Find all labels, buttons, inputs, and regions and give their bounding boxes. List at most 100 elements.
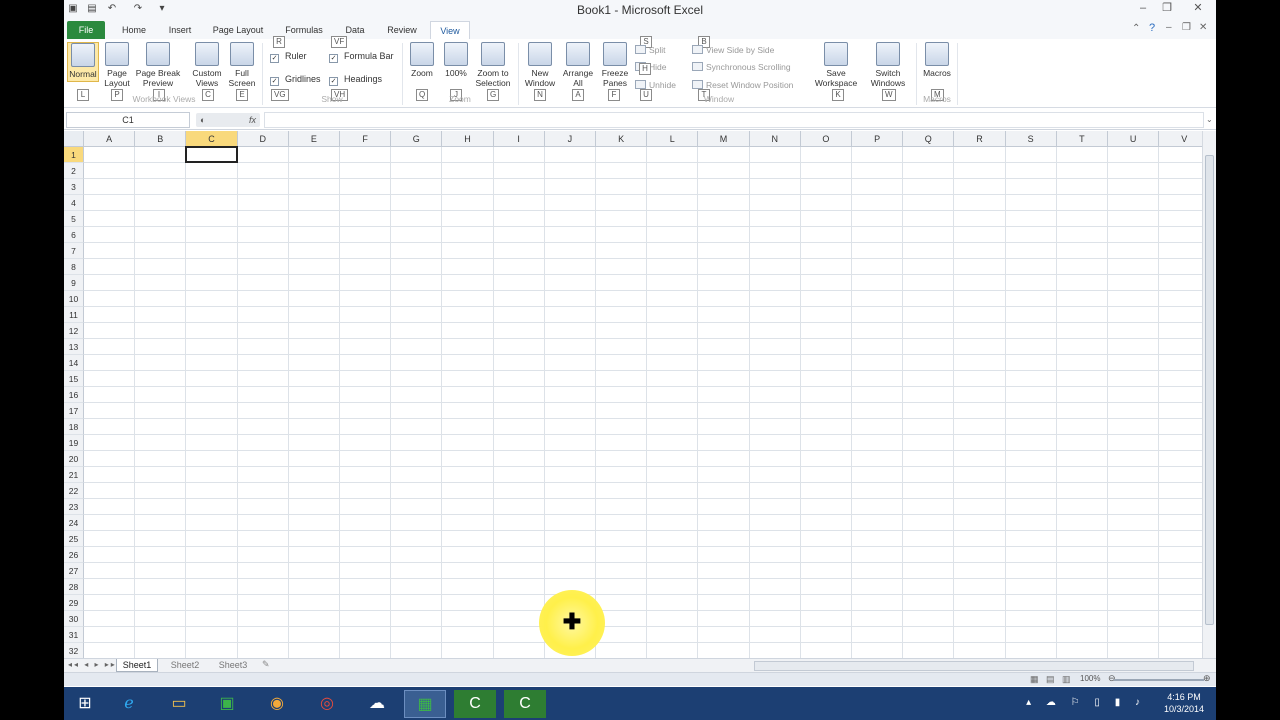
column-header-l[interactable]: L xyxy=(647,131,699,147)
page-layout-status-icon[interactable]: ▤ xyxy=(1046,674,1055,685)
column-header-u[interactable]: U xyxy=(1108,131,1160,147)
row-header-20[interactable]: 20 xyxy=(64,451,84,467)
camtasia-recorder-icon[interactable]: C xyxy=(504,690,546,718)
row-header-26[interactable]: 26 xyxy=(64,547,84,563)
sheet-tab-sheet2[interactable]: Sheet2 xyxy=(164,659,206,672)
insert-function-icon[interactable]: fx xyxy=(249,113,256,127)
row-header-23[interactable]: 23 xyxy=(64,499,84,515)
tab-page-layout[interactable]: Page Layout xyxy=(210,21,266,39)
row-header-18[interactable]: 18 xyxy=(64,419,84,435)
row-header-22[interactable]: 22 xyxy=(64,483,84,499)
column-header-k[interactable]: K xyxy=(596,131,648,147)
column-header-q[interactable]: Q xyxy=(903,131,955,147)
row-header-14[interactable]: 14 xyxy=(64,355,84,371)
row-header-12[interactable]: 12 xyxy=(64,323,84,339)
normal-view-status-icon[interactable]: ▦ xyxy=(1030,674,1039,685)
row-header-3[interactable]: 3 xyxy=(64,179,84,195)
column-header-d[interactable]: D xyxy=(237,131,289,147)
worksheet-grid[interactable]: ABCDEFGHIJKLMNOPQRSTUV 1 2 3 4 5 6 7 8 9 10 11 12 13… xyxy=(64,131,1216,659)
ie-icon[interactable]: ℯ xyxy=(108,690,150,718)
tab-file[interactable]: File xyxy=(67,21,105,39)
page-break-status-icon[interactable]: ▥ xyxy=(1062,674,1071,685)
split-button[interactable]: Split xyxy=(635,44,666,56)
column-header-o[interactable]: O xyxy=(800,131,852,147)
custom-views-button[interactable]: Custom Views xyxy=(190,42,224,88)
zoom-slider[interactable] xyxy=(1114,679,1204,681)
view-side-by-side-button[interactable]: View Side by Side xyxy=(692,44,774,56)
headings-checkbox[interactable]: ✓ Headings xyxy=(329,73,382,86)
row-header-16[interactable]: 16 xyxy=(64,387,84,403)
sheet-nav-arrows-icon[interactable]: ◂◂ ◂ ▸ ▸▸ xyxy=(68,660,117,669)
collapse-icon[interactable]: ◐ xyxy=(200,115,205,125)
vertical-scroll-thumb[interactable] xyxy=(1205,155,1214,625)
row-header-2[interactable]: 2 xyxy=(64,163,84,179)
explorer-icon[interactable]: ▭ xyxy=(158,690,200,718)
gridlines-checkbox[interactable]: ✓ Gridlines xyxy=(270,73,321,86)
row-header-5[interactable]: 5 xyxy=(64,211,84,227)
row-header-17[interactable]: 17 xyxy=(64,403,84,419)
zoom-to-selection-button[interactable]: Zoom to Selection xyxy=(474,42,512,88)
row-header-15[interactable]: 15 xyxy=(64,371,84,387)
row-header-9[interactable]: 9 xyxy=(64,275,84,291)
row-header-4[interactable]: 4 xyxy=(64,195,84,211)
row-header-10[interactable]: 10 xyxy=(64,291,84,307)
row-header-31[interactable]: 31 xyxy=(64,627,84,643)
column-header-r[interactable]: R xyxy=(954,131,1006,147)
arrange-all-button[interactable]: Arrange All xyxy=(561,42,595,88)
row-header-24[interactable]: 24 xyxy=(64,515,84,531)
page-break-preview-button[interactable]: Page Break Preview xyxy=(135,42,181,88)
row-header-32[interactable]: 32 xyxy=(64,643,84,659)
insert-sheet-icon[interactable]: ✎ xyxy=(262,659,270,670)
column-header-p[interactable]: P xyxy=(852,131,904,147)
new-window-button[interactable]: New Window xyxy=(522,42,558,88)
formula-bar-checkbox[interactable]: ✓ Formula Bar xyxy=(329,50,394,63)
column-header-t[interactable]: T xyxy=(1056,131,1108,147)
workbook-restore-icon[interactable]: ❐ xyxy=(1182,22,1191,33)
tab-formulas[interactable]: Formulas xyxy=(280,21,328,39)
row-header-6[interactable]: 6 xyxy=(64,227,84,243)
row-header-30[interactable]: 30 xyxy=(64,611,84,627)
excel-icon[interactable]: ▣ xyxy=(206,690,248,718)
outlook-icon[interactable]: ◉ xyxy=(256,690,298,718)
column-header-n[interactable]: N xyxy=(749,131,801,147)
zoom-level[interactable]: 100% xyxy=(1080,674,1100,683)
select-all-corner[interactable] xyxy=(64,131,84,147)
column-header-m[interactable]: M xyxy=(698,131,750,147)
column-header-j[interactable]: J xyxy=(544,131,596,147)
zoom-button[interactable]: Zoom xyxy=(408,42,436,78)
synchronous-scrolling-button[interactable]: Synchronous Scrolling xyxy=(692,61,791,73)
horizontal-scrollbar[interactable] xyxy=(754,661,1194,671)
start-icon[interactable]: ⊞ xyxy=(64,690,106,718)
column-header-b[interactable]: B xyxy=(135,131,187,147)
row-header-11[interactable]: 11 xyxy=(64,307,84,323)
row-header-27[interactable]: 27 xyxy=(64,563,84,579)
camtasia-icon[interactable]: C xyxy=(454,690,496,718)
ruler-checkbox[interactable]: ✓ Ruler xyxy=(270,50,307,63)
vertical-scrollbar[interactable] xyxy=(1202,131,1216,658)
zoom-in-icon[interactable]: ⊕ xyxy=(1203,673,1211,684)
column-header-i[interactable]: I xyxy=(493,131,545,147)
workbook-minimize-icon[interactable]: – xyxy=(1166,22,1172,33)
row-header-8[interactable]: 8 xyxy=(64,259,84,275)
column-header-s[interactable]: S xyxy=(1005,131,1057,147)
page-layout-view-button[interactable]: Page Layout xyxy=(102,42,132,88)
column-header-g[interactable]: G xyxy=(391,131,443,147)
workbook-close-icon[interactable]: ✕ xyxy=(1199,22,1207,33)
chrome-icon[interactable]: ◎ xyxy=(306,690,348,718)
column-header-f[interactable]: F xyxy=(340,131,392,147)
macros-button[interactable]: Macros xyxy=(920,42,954,78)
save-workspace-button[interactable]: Save Workspace xyxy=(814,42,858,88)
full-screen-button[interactable]: Full Screen xyxy=(228,42,256,88)
switch-windows-button[interactable]: Switch Windows xyxy=(864,42,912,88)
system-tray-icons[interactable]: ▴ ☁ ⚐ ▯ ▮ ♪ xyxy=(1026,697,1146,708)
row-header-7[interactable]: 7 xyxy=(64,243,84,259)
row-header-29[interactable]: 29 xyxy=(64,595,84,611)
row-header-19[interactable]: 19 xyxy=(64,435,84,451)
column-header-e[interactable]: E xyxy=(288,131,340,147)
sheet-tab-sheet3[interactable]: Sheet3 xyxy=(212,659,254,672)
row-header-28[interactable]: 28 xyxy=(64,579,84,595)
column-header-a[interactable]: A xyxy=(84,131,136,147)
onedrive-icon[interactable]: ☁ xyxy=(356,690,398,718)
normal-view-button[interactable]: Normal xyxy=(67,42,99,82)
restore-button[interactable]: ❐ xyxy=(1156,0,1178,17)
